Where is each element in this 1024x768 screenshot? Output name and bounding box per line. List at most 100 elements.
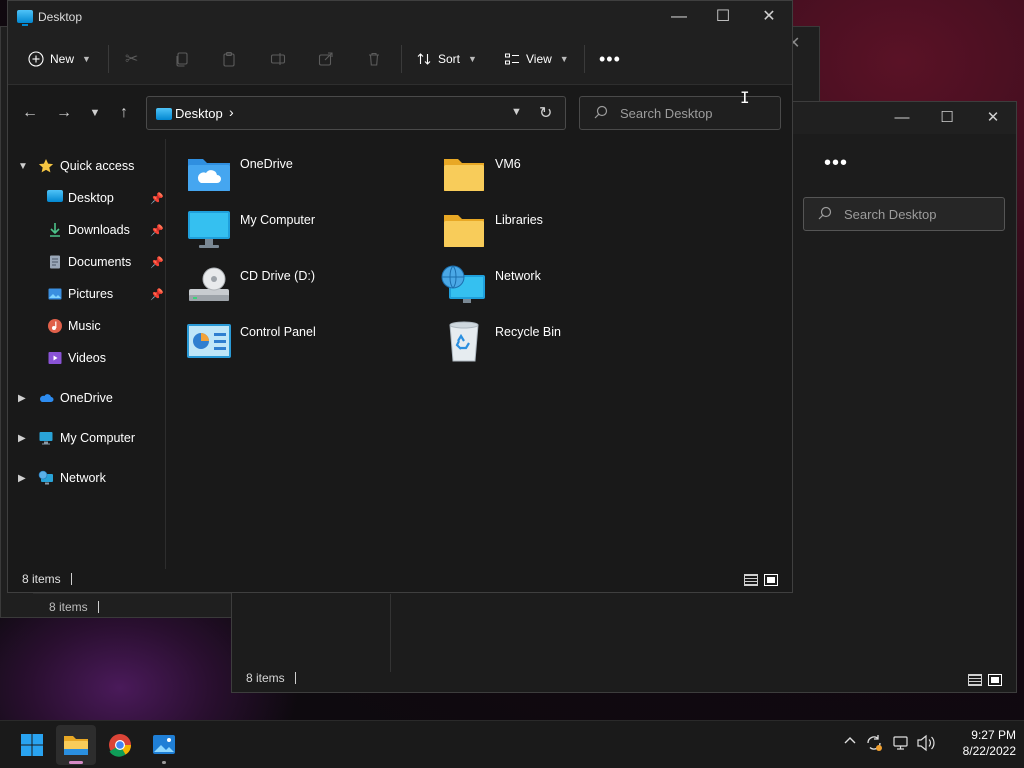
file-name: Libraries (495, 213, 543, 227)
search-placeholder: Search Desktop (620, 106, 713, 121)
view-label: View (526, 52, 552, 66)
maximize-button[interactable]: ☐ (700, 1, 746, 33)
pin-icon[interactable]: 📌 (150, 288, 164, 301)
breadcrumb-location[interactable]: Desktop (175, 106, 223, 121)
folder-icon (444, 159, 484, 191)
recent-locations-button[interactable]: ▼ (85, 103, 105, 123)
address-dropdown-button[interactable]: ▼ (511, 106, 522, 118)
rename-button[interactable] (270, 47, 286, 71)
cut-button[interactable]: ✂ (125, 47, 138, 71)
taskbar-photos[interactable] (144, 725, 184, 765)
running-indicator (162, 761, 166, 764)
pin-icon[interactable]: 📌 (150, 192, 164, 205)
more-options-button[interactable]: ••• (599, 47, 621, 71)
taskbar-chrome[interactable] (100, 725, 140, 765)
sidebar-item-network[interactable]: ▶ Network (8, 464, 166, 492)
file-item-onedrive[interactable]: OneDrive (178, 147, 418, 199)
pin-icon[interactable]: 📌 (150, 256, 164, 269)
search-input[interactable]: Search Desktop (579, 96, 781, 130)
show-hidden-icons-button[interactable] (843, 734, 857, 751)
rename-icon (270, 53, 286, 65)
forward-button[interactable]: → (54, 103, 74, 123)
file-name: Control Panel (240, 325, 316, 339)
pane-divider (390, 594, 391, 672)
file-list: OneDrive My Computer CD Drive (D:) Contr… (178, 139, 788, 569)
address-bar[interactable]: Desktop › ▼ ↻ (146, 96, 566, 130)
status-bar: 8 items (8, 566, 792, 592)
file-item-my-computer[interactable]: My Computer (178, 203, 418, 255)
toolbar-divider (108, 45, 109, 73)
taskbar: 9:27 PM 8/22/2022 (0, 720, 1024, 768)
sidebar-item-quick-access[interactable]: ▼ Quick access (8, 152, 166, 180)
copy-button[interactable] (174, 47, 190, 71)
maximize-button[interactable]: ☐ (927, 108, 967, 128)
view-switcher (968, 674, 1002, 686)
sidebar-item-my-computer[interactable]: ▶ My Computer (8, 424, 166, 452)
downloads-icon (50, 223, 60, 237)
volume-button[interactable] (916, 734, 936, 755)
file-item-recycle-bin[interactable]: Recycle Bin (433, 315, 673, 367)
sidebar-item-documents[interactable]: Documents 📌 (8, 248, 166, 276)
sync-status-icon[interactable] (864, 733, 884, 756)
large-icons-view-icon[interactable] (764, 574, 778, 586)
chevron-right-icon[interactable]: ▶ (18, 433, 26, 444)
sidebar-item-label: Network (60, 471, 106, 485)
large-icons-view-icon[interactable] (988, 674, 1002, 686)
file-item-libraries[interactable]: Libraries (433, 203, 673, 255)
back-button[interactable]: ← (20, 103, 40, 123)
details-view-icon[interactable] (968, 674, 982, 686)
start-button[interactable] (12, 725, 52, 765)
desktop-folder-icon (17, 10, 33, 26)
minimize-button[interactable]: — (882, 108, 922, 128)
paste-button[interactable] (221, 47, 237, 71)
chevron-right-icon[interactable]: › (229, 104, 234, 120)
minimize-button[interactable]: — (656, 1, 702, 33)
chevron-right-icon[interactable]: ▶ (18, 393, 26, 404)
file-explorer-icon (64, 736, 88, 755)
new-button[interactable]: New ▼ (28, 47, 91, 71)
file-name: Recycle Bin (495, 325, 561, 339)
file-item-vm6[interactable]: VM6 (433, 147, 673, 199)
sidebar-item-pictures[interactable]: Pictures 📌 (8, 280, 166, 308)
status-separator (97, 601, 99, 613)
file-item-cd-drive[interactable]: CD Drive (D:) (178, 259, 418, 311)
sidebar-item-desktop[interactable]: Desktop 📌 (8, 184, 166, 212)
recycle-bin-icon (449, 321, 479, 362)
close-button[interactable]: ✕ (973, 108, 1013, 128)
file-name: OneDrive (240, 157, 293, 171)
sidebar-item-onedrive[interactable]: ▶ OneDrive (8, 384, 166, 412)
pin-icon[interactable]: 📌 (150, 224, 164, 237)
computer-icon (39, 432, 53, 445)
share-button[interactable] (318, 47, 334, 71)
title-bar[interactable]: Desktop — ☐ ✕ (8, 1, 792, 33)
sidebar-item-music[interactable]: Music (8, 312, 166, 340)
sort-button[interactable]: Sort ▼ (416, 47, 477, 71)
chevron-down-icon: ▼ (468, 54, 477, 64)
file-explorer-window[interactable]: Desktop — ☐ ✕ New ▼ ✂ Sort ▼ View ▼ ••• … (7, 0, 793, 593)
network-status-icon[interactable] (892, 734, 910, 755)
view-button[interactable]: View ▼ (504, 47, 569, 71)
videos-icon (48, 352, 62, 364)
chevron-right-icon[interactable]: ▶ (18, 473, 26, 484)
refresh-button[interactable]: ↻ (539, 103, 552, 123)
more-options-button[interactable]: ••• (824, 152, 848, 175)
command-bar: New ▼ ✂ Sort ▼ View ▼ ••• (8, 33, 792, 85)
close-button[interactable]: ✕ (746, 1, 792, 33)
trash-icon (369, 52, 379, 66)
up-button[interactable]: ↑ (114, 103, 134, 123)
sidebar-item-downloads[interactable]: Downloads 📌 (8, 216, 166, 244)
details-view-icon[interactable] (744, 574, 758, 586)
file-item-control-panel[interactable]: Control Panel (178, 315, 418, 367)
network-icon (38, 470, 53, 485)
search-input[interactable]: Search Desktop (803, 197, 1005, 231)
file-item-network[interactable]: Network (433, 259, 673, 311)
delete-button[interactable] (366, 47, 382, 71)
status-separator (70, 573, 72, 585)
view-switcher (744, 574, 778, 586)
documents-icon (50, 255, 60, 269)
sidebar-item-videos[interactable]: Videos (8, 344, 166, 372)
chevron-down-icon[interactable]: ▼ (18, 161, 28, 172)
taskbar-file-explorer[interactable] (56, 725, 96, 765)
system-clock[interactable]: 9:27 PM 8/22/2022 (944, 727, 1016, 759)
sidebar-item-label: Documents (68, 255, 132, 269)
